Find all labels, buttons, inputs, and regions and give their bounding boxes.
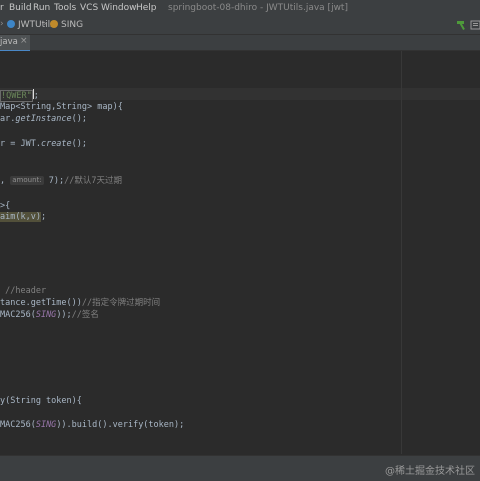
code-comment: //签名 xyxy=(71,310,99,320)
code-line: tance.getTime())//指定令牌过期时间 xyxy=(0,297,160,309)
class-icon xyxy=(7,20,15,28)
code-token: MAC256( xyxy=(0,310,36,320)
constant-reference: SING xyxy=(35,420,57,430)
code-token: (); xyxy=(71,114,88,124)
tab-label: java xyxy=(0,37,18,47)
code-line: Map<String,String> map){ xyxy=(0,102,123,112)
menu-bar: r Build Run Tools VCS Window Help spring… xyxy=(0,0,480,17)
menu-item-tools[interactable]: Tools xyxy=(54,3,76,13)
code-line: MAC256(SING)).build().verify(token); xyxy=(0,419,184,431)
code-token: (); xyxy=(71,139,88,149)
breadcrumb-class[interactable]: JWTUtils xyxy=(7,20,55,30)
constant-field-icon xyxy=(50,20,58,28)
menu-item-run[interactable]: Run xyxy=(33,3,50,13)
highlighted-usage: aim(k,v) xyxy=(0,212,41,222)
code-comment: //header xyxy=(0,286,47,296)
right-margin-guide xyxy=(401,51,402,454)
run-config-icon[interactable] xyxy=(470,19,480,31)
status-bar: @稀土掘金技术社区 xyxy=(0,455,480,481)
hammer-icon[interactable] xyxy=(456,19,468,31)
menu-item-window[interactable]: Window xyxy=(101,3,137,13)
static-method-call: create xyxy=(40,139,72,149)
breadcrumb-separator-icon: › xyxy=(0,19,4,29)
code-line: ar.getInstance(); xyxy=(0,113,87,125)
code-line: aim(k,v); xyxy=(0,211,46,223)
editor-tab-bar: java × xyxy=(0,35,480,52)
parameter-hint: amount: xyxy=(10,176,44,185)
code-token: tance.getTime()) xyxy=(0,298,82,308)
static-method-call: getInstance xyxy=(15,114,72,124)
code-token: r = JWT. xyxy=(0,139,41,149)
tab-jwtutils-java[interactable]: java × xyxy=(0,35,30,52)
breadcrumb-field-label: SING xyxy=(61,20,84,30)
code-token: ; xyxy=(40,212,47,222)
code-line: r = JWT.create(); xyxy=(0,138,87,150)
code-token: MAC256( xyxy=(0,420,36,430)
code-comment: //默认7天过期 xyxy=(64,176,122,186)
current-line-highlight xyxy=(0,88,480,100)
menu-item-build[interactable]: Build xyxy=(9,3,32,13)
code-token: , xyxy=(0,176,11,186)
code-token: ar. xyxy=(0,114,16,124)
navigation-bar: › JWTUtils › SING xyxy=(0,17,480,35)
code-line: y(String token){ xyxy=(0,396,82,406)
code-line: MAC256(SING));//签名 xyxy=(0,309,99,321)
window-title: springboot-08-dhiro - JWTUtils.java [jwt… xyxy=(168,3,348,13)
code-line: !QWER"; xyxy=(0,89,39,102)
breadcrumb-separator-icon: › xyxy=(43,19,47,29)
code-token: 7); xyxy=(43,176,65,186)
code-comment: //指定令牌过期时间 xyxy=(81,298,161,308)
constant-reference: SING xyxy=(35,310,57,320)
code-line: , amount: 7);//默认7天过期 xyxy=(0,175,122,187)
menu-item-help[interactable]: Help xyxy=(136,3,157,13)
menu-item-vcs[interactable]: VCS xyxy=(80,3,98,13)
code-token: ; xyxy=(33,91,39,101)
breadcrumb-field[interactable]: SING xyxy=(50,20,83,30)
watermark: @稀土掘金技术社区 xyxy=(385,466,475,477)
menu-item-run-partial[interactable]: r xyxy=(0,3,4,13)
close-icon[interactable]: × xyxy=(20,36,28,46)
code-line: //header xyxy=(0,285,46,297)
code-token: )); xyxy=(56,310,72,320)
code-token: )).build().verify(token); xyxy=(56,420,185,430)
